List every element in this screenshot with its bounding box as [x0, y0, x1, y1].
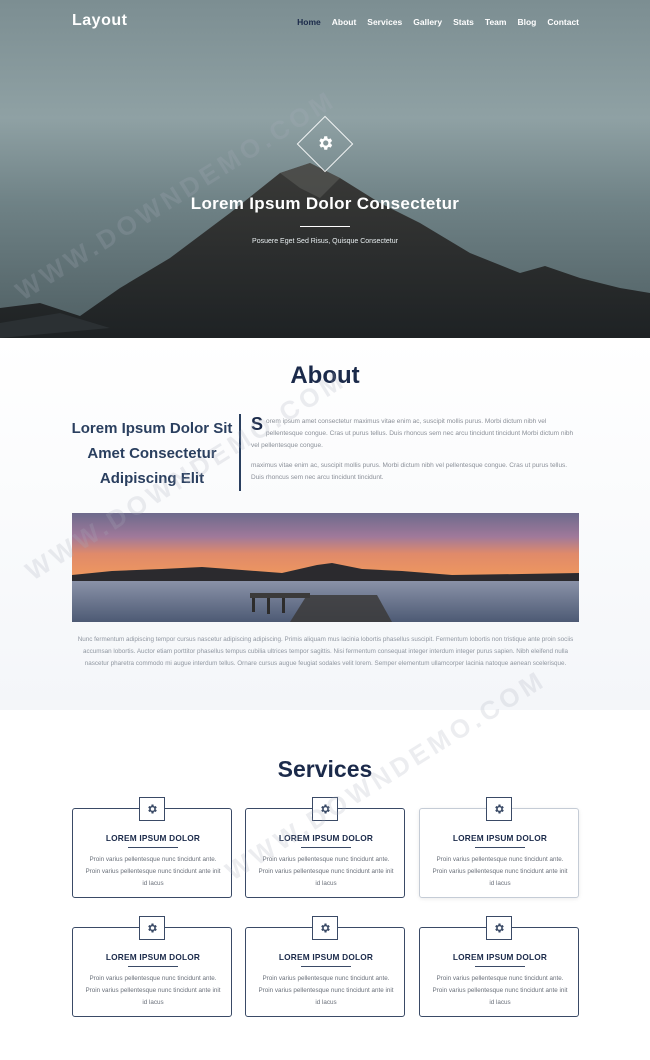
dropcap: S [251, 414, 264, 434]
card-icon-frame [139, 916, 165, 940]
hero-title: Lorem Ipsum Dolor Consectetur [190, 194, 460, 213]
card-underline [475, 847, 525, 848]
card-icon-frame [139, 797, 165, 821]
about-section: About Lorem Ipsum Dolor Sit Amet Consect… [0, 338, 650, 710]
card-text: Proin varius pellentesque nunc tincidunt… [85, 856, 221, 887]
card-text: Proin varius pellentesque nunc tincidunt… [258, 856, 394, 887]
menu-contact[interactable]: Contact [547, 17, 579, 27]
card-underline [128, 966, 178, 967]
card-underline [301, 966, 351, 967]
card-title: LOREM IPSUM DOLOR [452, 952, 548, 962]
menu-services[interactable]: Services [367, 17, 402, 27]
card-underline [475, 966, 525, 967]
service-card[interactable]: LOREM IPSUM DOLOR Proin varius pellentes… [245, 916, 405, 1017]
gear-icon [148, 923, 157, 933]
services-title: Services [277, 756, 373, 782]
about-lead: Lorem Ipsum Dolor Sit Amet Consectetur A… [71, 420, 233, 487]
gear-icon [495, 804, 504, 814]
service-card[interactable]: LOREM IPSUM DOLOR Proin varius pellentes… [419, 916, 579, 1017]
services-section: Services LOREM IPSUM DOLOR Proin varius … [0, 710, 650, 1060]
menu-gallery[interactable]: Gallery [413, 17, 442, 27]
card-icon-frame [486, 916, 512, 940]
gear-icon [148, 804, 157, 814]
hero-section: Layout Home About Services Gallery Stats… [0, 0, 650, 338]
card-title: LOREM IPSUM DOLOR [105, 952, 201, 962]
card-title: LOREM IPSUM DOLOR [278, 952, 374, 962]
lake-sunset-image [72, 513, 579, 622]
menu-team[interactable]: Team [485, 17, 507, 27]
gear-icon [319, 136, 333, 150]
card-title: LOREM IPSUM DOLOR [452, 833, 548, 843]
card-icon-frame [312, 916, 338, 940]
service-card[interactable]: LOREM IPSUM DOLOR Proin varius pellentes… [72, 916, 232, 1017]
menu-stats[interactable]: Stats [453, 17, 474, 27]
about-paragraph-3: Nunc fermentum adipiscing tempor cursus … [77, 636, 574, 667]
service-card[interactable]: LOREM IPSUM DOLOR Proin varius pellentes… [245, 797, 405, 898]
service-card[interactable]: LOREM IPSUM DOLOR Proin varius pellentes… [419, 797, 579, 898]
gear-icon [321, 923, 330, 933]
about-divider [239, 414, 241, 491]
card-icon-frame [312, 797, 338, 821]
card-text: Proin varius pellentesque nunc tincidunt… [85, 975, 221, 1006]
card-text: Proin varius pellentesque nunc tincidunt… [432, 975, 568, 1006]
gear-icon [321, 804, 330, 814]
card-title: LOREM IPSUM DOLOR [278, 833, 374, 843]
site-logo[interactable]: Layout [72, 12, 127, 30]
about-paragraph-1: orem ipsum amet consectetur maximus vita… [251, 418, 574, 449]
hero-subtitle: Posuere Eget Sed Risus, Quisque Consecte… [252, 238, 398, 245]
navbar: Layout Home About Services Gallery Stats… [0, 0, 650, 44]
card-title: LOREM IPSUM DOLOR [105, 833, 201, 843]
card-underline [128, 847, 178, 848]
about-text: Sorem ipsum amet consectetur maximus vit… [251, 414, 579, 484]
menu-about[interactable]: About [332, 17, 357, 27]
hero-underline [300, 226, 350, 227]
about-paragraph-2: maximus vitae enim ac, suscipit mollis p… [251, 462, 568, 481]
menu-blog[interactable]: Blog [517, 17, 536, 27]
card-text: Proin varius pellentesque nunc tincidunt… [432, 856, 568, 887]
about-title: About [290, 362, 360, 389]
card-text: Proin varius pellentesque nunc tincidunt… [258, 975, 394, 1006]
main-menu: Home About Services Gallery Stats Team B… [297, 17, 579, 27]
card-underline [301, 847, 351, 848]
card-icon-frame [486, 797, 512, 821]
gear-icon [495, 923, 504, 933]
service-card[interactable]: LOREM IPSUM DOLOR Proin varius pellentes… [72, 797, 232, 898]
menu-home[interactable]: Home [297, 17, 321, 27]
